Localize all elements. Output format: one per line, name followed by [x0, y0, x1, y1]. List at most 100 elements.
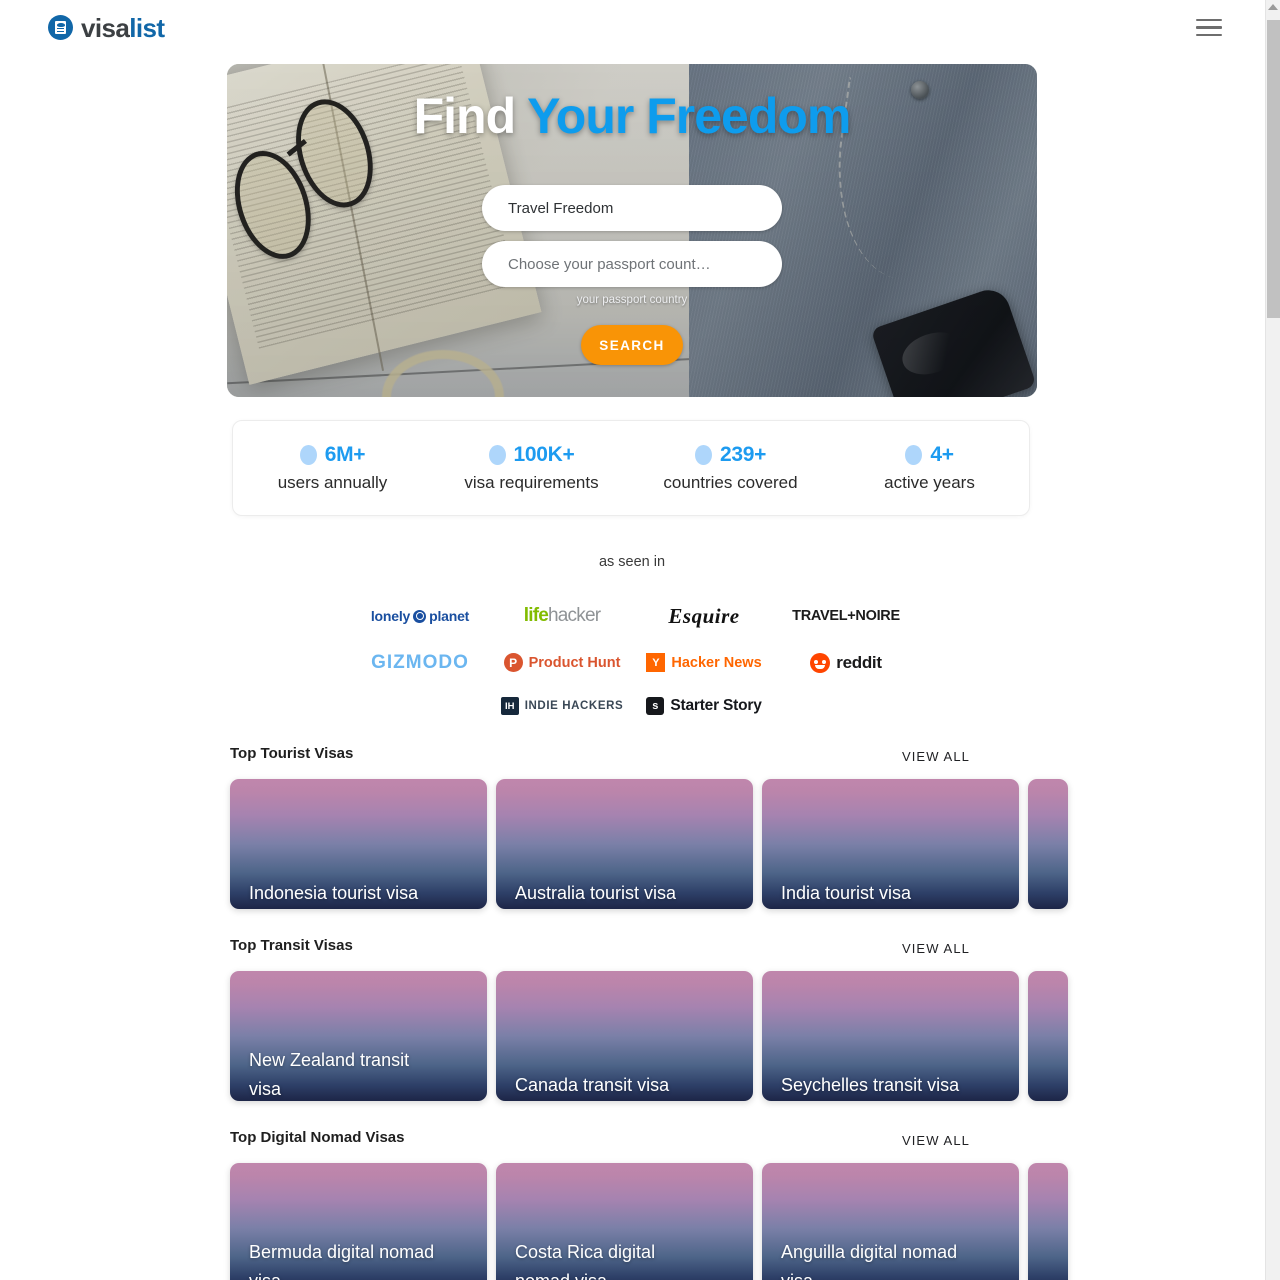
- visa-card-title: Bermuda digital nomad visa: [249, 1241, 435, 1280]
- hamburger-line: [1196, 33, 1222, 37]
- brand-wordmark: visalist: [81, 12, 165, 43]
- travel-noire-text: TRAVEL+NOIRE: [792, 608, 900, 624]
- globe-icon: [413, 609, 427, 623]
- stat-value: 4+: [930, 443, 954, 466]
- indie-hackers-icon: IH: [500, 697, 519, 715]
- visa-card-partial[interactable]: [1028, 971, 1068, 1101]
- visa-card-title: Seychelles transit visa: [781, 1075, 960, 1096]
- reddit-text: reddit: [836, 652, 882, 672]
- stat-item: 6M+ users annually: [233, 443, 432, 493]
- stat-value: 100K+: [513, 443, 575, 466]
- stats-bar: 6M+ users annually 100K+ visa requiremen…: [232, 420, 1030, 516]
- lifehacker-life: life: [523, 605, 549, 626]
- press-logo-reddit[interactable]: reddit: [775, 640, 917, 685]
- starter-story-text: Starter Story: [670, 697, 762, 714]
- planet-text: planet: [429, 608, 470, 624]
- view-all-link[interactable]: VIEW ALL: [902, 937, 970, 956]
- visa-card[interactable]: Bermuda digital nomad visa: [230, 1163, 487, 1280]
- indie-hackers-text: INDIE HACKERS: [524, 700, 624, 712]
- hacker-news-text: Hacker News: [671, 654, 762, 671]
- section-top-transit-visas: Top Transit Visas VIEW ALL New Zealand t…: [230, 937, 1264, 1101]
- stat-value: 239+: [719, 443, 767, 466]
- view-all-link[interactable]: VIEW ALL: [902, 745, 970, 764]
- stat-label: visa requirements: [464, 473, 599, 492]
- stat-bullet-icon: [905, 445, 923, 465]
- press-logo-starter-story[interactable]: s Starter Story: [633, 685, 775, 727]
- visa-card-partial[interactable]: [1028, 1163, 1068, 1280]
- visalist-passport-icon: [48, 15, 73, 40]
- visa-card-title: New Zealand transit visa: [249, 1049, 410, 1100]
- reddit-alien-icon: [810, 652, 831, 673]
- card-carousel[interactable]: Bermuda digital nomad visa Costa Rica di…: [230, 1163, 1264, 1280]
- brand-logo[interactable]: visalist: [48, 12, 165, 43]
- press-logos: lonely planet lifehacker Esquire TRAVEL+N…: [340, 592, 926, 727]
- hero-banner: Find Your Freedom Travel Freedom Choose …: [227, 64, 1037, 397]
- section-title: Top Transit Visas: [230, 937, 353, 954]
- visa-card-title: Canada transit visa: [515, 1075, 670, 1096]
- press-logo-lifehacker[interactable]: lifehacker: [491, 592, 633, 640]
- stat-item: 100K+ visa requirements: [432, 443, 631, 493]
- stat-item: 239+ countries covered: [631, 443, 830, 493]
- hamburger-line: [1196, 18, 1222, 22]
- lonely-text: lonely: [370, 608, 411, 624]
- hacker-news-icon: Y: [646, 653, 666, 672]
- visa-card-title: India tourist visa: [781, 883, 912, 904]
- visa-card-title: Costa Rica digital nomad visa: [515, 1241, 656, 1280]
- press-logo-product-hunt[interactable]: P Product Hunt: [491, 640, 633, 685]
- visa-card-title: Anguilla digital nomad visa: [781, 1241, 958, 1280]
- section-top-tourist-visas: Top Tourist Visas VIEW ALL Indonesia tou…: [230, 745, 1264, 909]
- passport-country-helper-text: your passport country: [576, 294, 688, 306]
- hero-title-find: Find: [413, 88, 517, 144]
- visa-card[interactable]: India tourist visa: [762, 779, 1019, 909]
- view-all-link[interactable]: VIEW ALL: [902, 1129, 970, 1148]
- travel-freedom-select[interactable]: Travel Freedom: [482, 185, 782, 231]
- visa-card[interactable]: Canada transit visa: [496, 971, 753, 1101]
- section-title: Top Digital Nomad Visas: [230, 1129, 405, 1146]
- press-logo-gizmodo[interactable]: GIZMODO: [349, 640, 491, 685]
- scrollbar-thumb[interactable]: [1267, 20, 1280, 318]
- press-logo-lonely-planet[interactable]: lonely planet: [349, 592, 491, 640]
- press-logo-indie-hackers[interactable]: IH INDIE HACKERS: [491, 685, 633, 727]
- press-logo-esquire[interactable]: Esquire: [633, 592, 775, 640]
- section-top-digital-nomad-visas: Top Digital Nomad Visas VIEW ALL Bermuda…: [230, 1129, 1264, 1280]
- stat-bullet-icon: [299, 445, 317, 465]
- gizmodo-text: GIZMODO: [371, 651, 469, 673]
- visa-card-title: Australia tourist visa: [515, 883, 677, 904]
- visa-card[interactable]: Indonesia tourist visa: [230, 779, 487, 909]
- brand-text-list: list: [129, 12, 165, 43]
- stat-label: countries covered: [663, 473, 798, 492]
- product-hunt-icon: P: [503, 653, 523, 672]
- visa-card[interactable]: New Zealand transit visa: [230, 971, 487, 1101]
- visa-card[interactable]: Seychelles transit visa: [762, 971, 1019, 1101]
- site-header: visalist: [0, 0, 1264, 55]
- card-carousel[interactable]: New Zealand transit visa Canada transit …: [230, 971, 1264, 1101]
- product-hunt-text: Product Hunt: [528, 654, 621, 671]
- hamburger-line: [1196, 26, 1222, 29]
- card-carousel[interactable]: Indonesia tourist visa Australia tourist…: [230, 779, 1264, 909]
- starter-story-icon: s: [646, 697, 665, 715]
- lifehacker-hacker: hacker: [548, 605, 601, 626]
- hero-title: Find Your Freedom: [413, 88, 852, 144]
- visa-card[interactable]: Australia tourist visa: [496, 779, 753, 909]
- visa-card[interactable]: Anguilla digital nomad visa: [762, 1163, 1019, 1280]
- stat-label: active years: [884, 473, 975, 492]
- press-logo-travel-noire[interactable]: TRAVEL+NOIRE: [775, 592, 917, 640]
- scroll-up-arrow-icon[interactable]: [1268, 4, 1278, 10]
- travel-freedom-value: Travel Freedom: [508, 199, 614, 217]
- stat-value: 6M+: [324, 443, 366, 466]
- stat-label: users annually: [277, 473, 388, 492]
- brand-text-visa: visa: [81, 12, 130, 43]
- passport-country-placeholder: Choose your passport count…: [508, 255, 711, 273]
- press-logo-hacker-news[interactable]: Y Hacker News: [633, 640, 775, 685]
- stat-bullet-icon: [694, 445, 712, 465]
- visa-card-partial[interactable]: [1028, 779, 1068, 909]
- visa-card[interactable]: Costa Rica digital nomad visa: [496, 1163, 753, 1280]
- hamburger-menu-icon[interactable]: [1196, 18, 1222, 38]
- page-root: visalist Find Your Freedom Travel Freedo…: [0, 0, 1280, 1280]
- passport-country-input[interactable]: Choose your passport count…: [482, 241, 782, 287]
- stat-bullet-icon: [488, 445, 506, 465]
- esquire-text: Esquire: [668, 603, 740, 628]
- hero-title-your-freedom: Your Freedom: [527, 88, 851, 144]
- page-scrollbar[interactable]: [1265, 0, 1280, 1280]
- search-button[interactable]: SEARCH: [581, 325, 683, 365]
